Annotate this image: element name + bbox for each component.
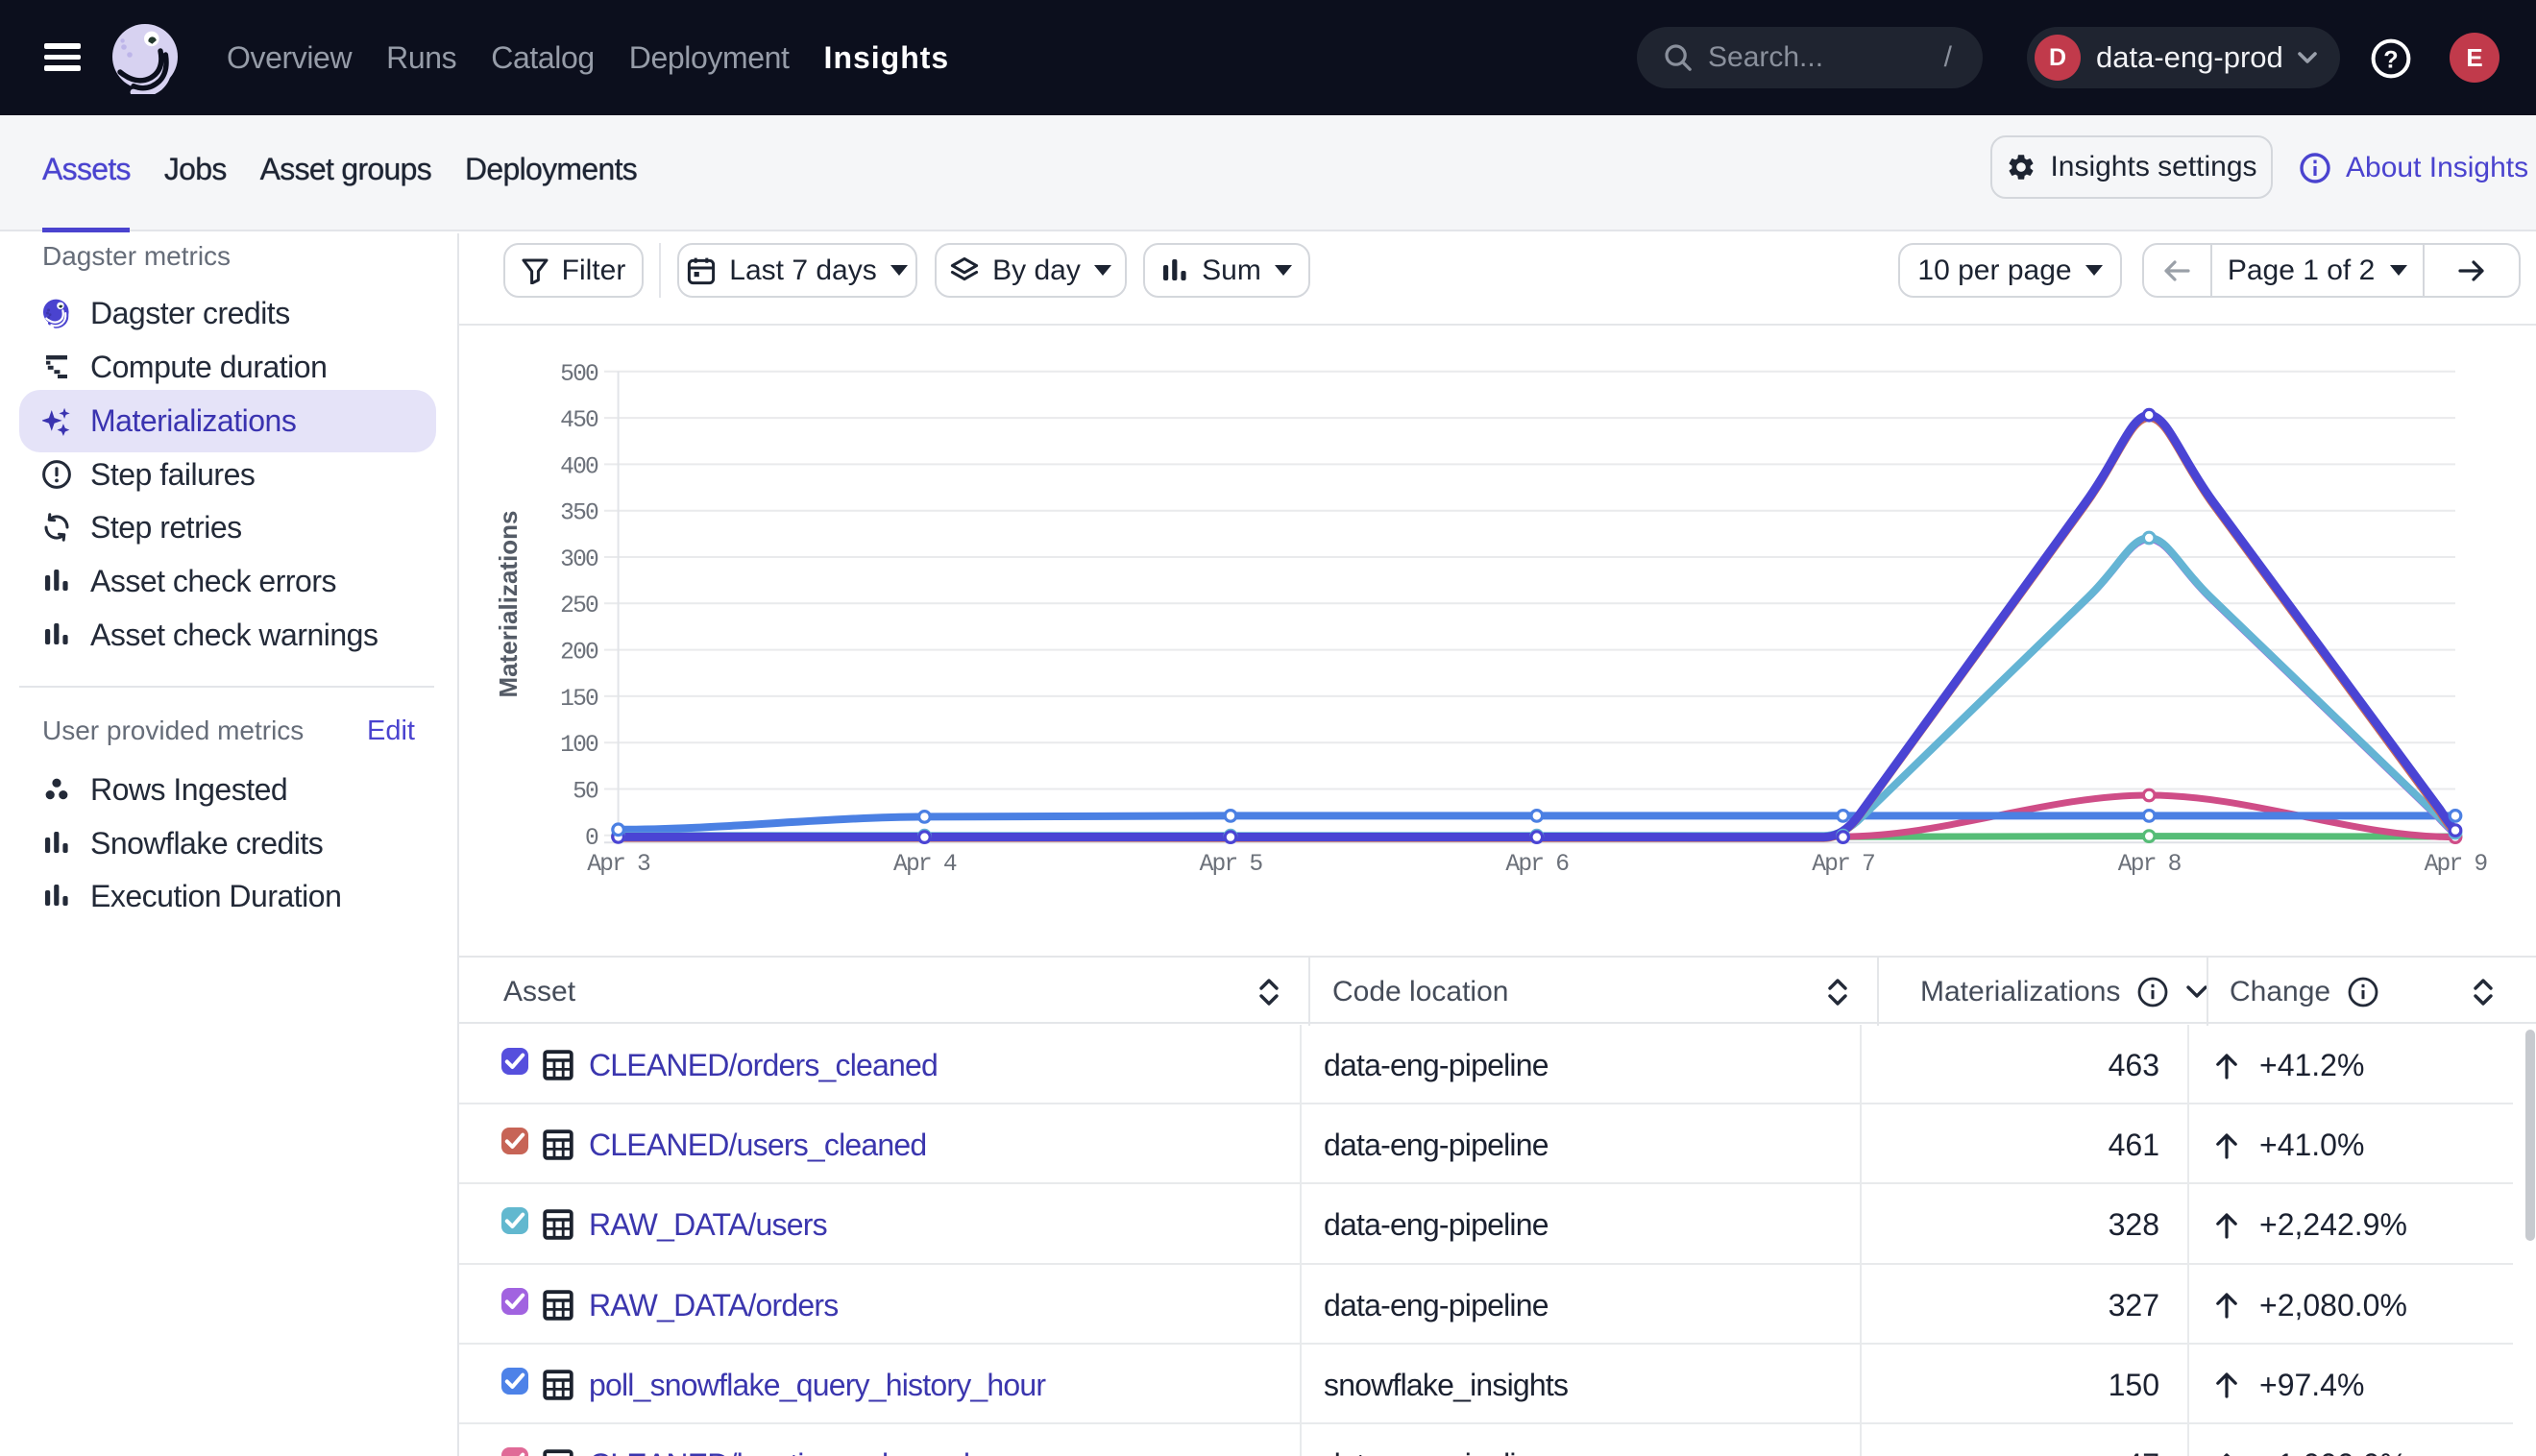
svg-text:Apr 4: Apr 4 [893, 852, 957, 878]
svg-text:Apr 6: Apr 6 [1505, 852, 1569, 878]
svg-text:Apr 5: Apr 5 [1200, 852, 1263, 878]
svg-text:400: 400 [560, 454, 598, 480]
svg-text:Apr 7: Apr 7 [1812, 852, 1874, 878]
svg-text:350: 350 [560, 501, 598, 527]
svg-text:Apr 3: Apr 3 [587, 852, 650, 878]
svg-text:100: 100 [560, 733, 598, 759]
svg-text:500: 500 [560, 362, 598, 388]
svg-text:250: 250 [560, 594, 598, 619]
svg-text:?: ? [2383, 46, 2398, 73]
svg-text:50: 50 [573, 779, 598, 805]
svg-text:Apr 8: Apr 8 [2118, 852, 2182, 878]
svg-text:300: 300 [560, 547, 598, 573]
svg-text:450: 450 [560, 408, 598, 434]
svg-text:0: 0 [585, 826, 598, 852]
svg-text:200: 200 [560, 641, 598, 667]
svg-text:Materializations: Materializations [494, 510, 523, 697]
svg-text:150: 150 [560, 687, 598, 713]
svg-text:Apr 9: Apr 9 [2425, 852, 2488, 878]
